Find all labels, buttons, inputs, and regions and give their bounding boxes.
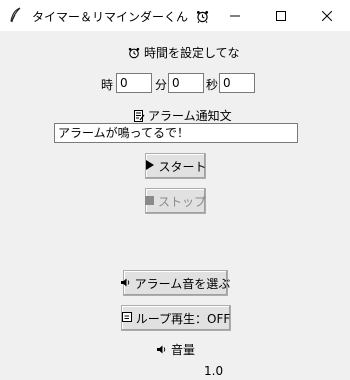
speaker-icon — [157, 343, 167, 357]
time-heading-label: 時間を設定してな — [144, 46, 240, 60]
start-button-label: スタート — [158, 159, 207, 174]
time-heading: 時間を設定してな — [128, 44, 240, 62]
play-icon — [145, 159, 155, 173]
volume-label: 音量 — [171, 343, 196, 357]
speaker-icon — [120, 276, 131, 290]
window-title: タイマー＆リマインダーくん — [32, 8, 209, 26]
volume-value: 1.0 — [204, 364, 224, 378]
hours-input[interactable]: 0 — [116, 73, 152, 93]
choose-sound-label: アラーム音を選ぶ — [134, 276, 231, 291]
alarm-clock-icon — [128, 47, 140, 62]
stop-button-label: ストップ — [158, 194, 207, 209]
minutes-label: 分 — [155, 78, 168, 92]
choose-sound-button[interactable]: アラーム音を選ぶ — [120, 270, 231, 296]
volume-heading: 音量 — [157, 341, 195, 358]
alarm-text-input[interactable]: アラームが鳴ってるで！ — [54, 123, 298, 143]
loop-toggle-label: ループ再生：OFF — [135, 311, 231, 326]
title-bar[interactable]: タイマー＆リマインダーくん — [0, 0, 350, 31]
alarm-text-label: アラーム通知文 — [148, 109, 232, 123]
minimize-button[interactable] — [212, 0, 258, 31]
seconds-label: 秒 — [206, 78, 219, 92]
stop-icon — [145, 194, 154, 208]
maximize-button[interactable] — [258, 0, 304, 31]
repeat-icon — [121, 311, 132, 325]
start-button[interactable]: スタート — [145, 153, 207, 179]
feather-icon — [9, 7, 23, 23]
seconds-input[interactable]: 0 — [219, 73, 255, 93]
close-button[interactable] — [304, 0, 350, 31]
minutes-input[interactable]: 0 — [168, 73, 204, 93]
loop-toggle-button[interactable]: ループ再生：OFF — [121, 305, 231, 331]
alarm-clock-icon — [196, 10, 209, 26]
hours-label: 時 — [101, 78, 114, 92]
stop-button[interactable]: ストップ — [145, 188, 206, 214]
